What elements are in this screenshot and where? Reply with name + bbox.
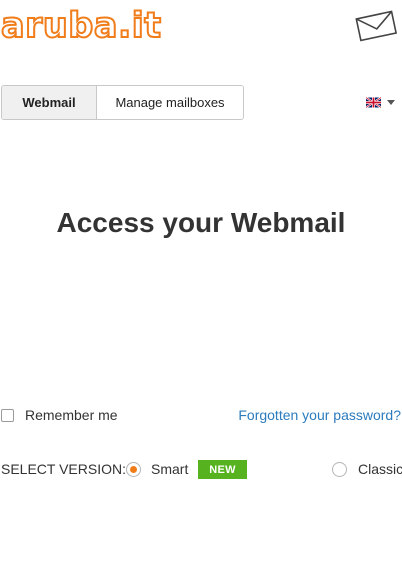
chevron-down-icon <box>387 100 395 105</box>
login-tabs: Webmail Manage mailboxes <box>1 85 244 120</box>
envelope-icon[interactable] <box>355 7 397 43</box>
version-selector: SELECT VERSION: Smart NEW Classic <box>0 460 402 480</box>
smart-label[interactable]: Smart <box>151 461 188 477</box>
login-page: aruba.it Webmail Manage mailboxes Access… <box>0 0 402 583</box>
smart-radio[interactable] <box>126 462 141 477</box>
forgot-password-link[interactable]: Forgotten your password? <box>238 407 401 423</box>
uk-flag-icon <box>366 97 381 108</box>
select-version-label: SELECT VERSION: <box>1 461 127 477</box>
remember-me-label[interactable]: Remember me <box>25 407 118 423</box>
tab-webmail[interactable]: Webmail <box>2 86 97 119</box>
remember-me[interactable]: Remember me <box>1 407 118 423</box>
page-title: Access your Webmail <box>56 207 346 238</box>
classic-radio[interactable] <box>332 462 347 477</box>
classic-label[interactable]: Classic <box>358 461 402 477</box>
aruba-logo[interactable]: aruba.it <box>0 5 162 47</box>
remember-me-checkbox[interactable] <box>1 408 14 422</box>
radio-selected-dot <box>130 466 137 473</box>
new-badge: NEW <box>198 460 247 479</box>
tab-manage-mailboxes[interactable]: Manage mailboxes <box>97 86 243 119</box>
language-selector[interactable] <box>366 97 395 108</box>
